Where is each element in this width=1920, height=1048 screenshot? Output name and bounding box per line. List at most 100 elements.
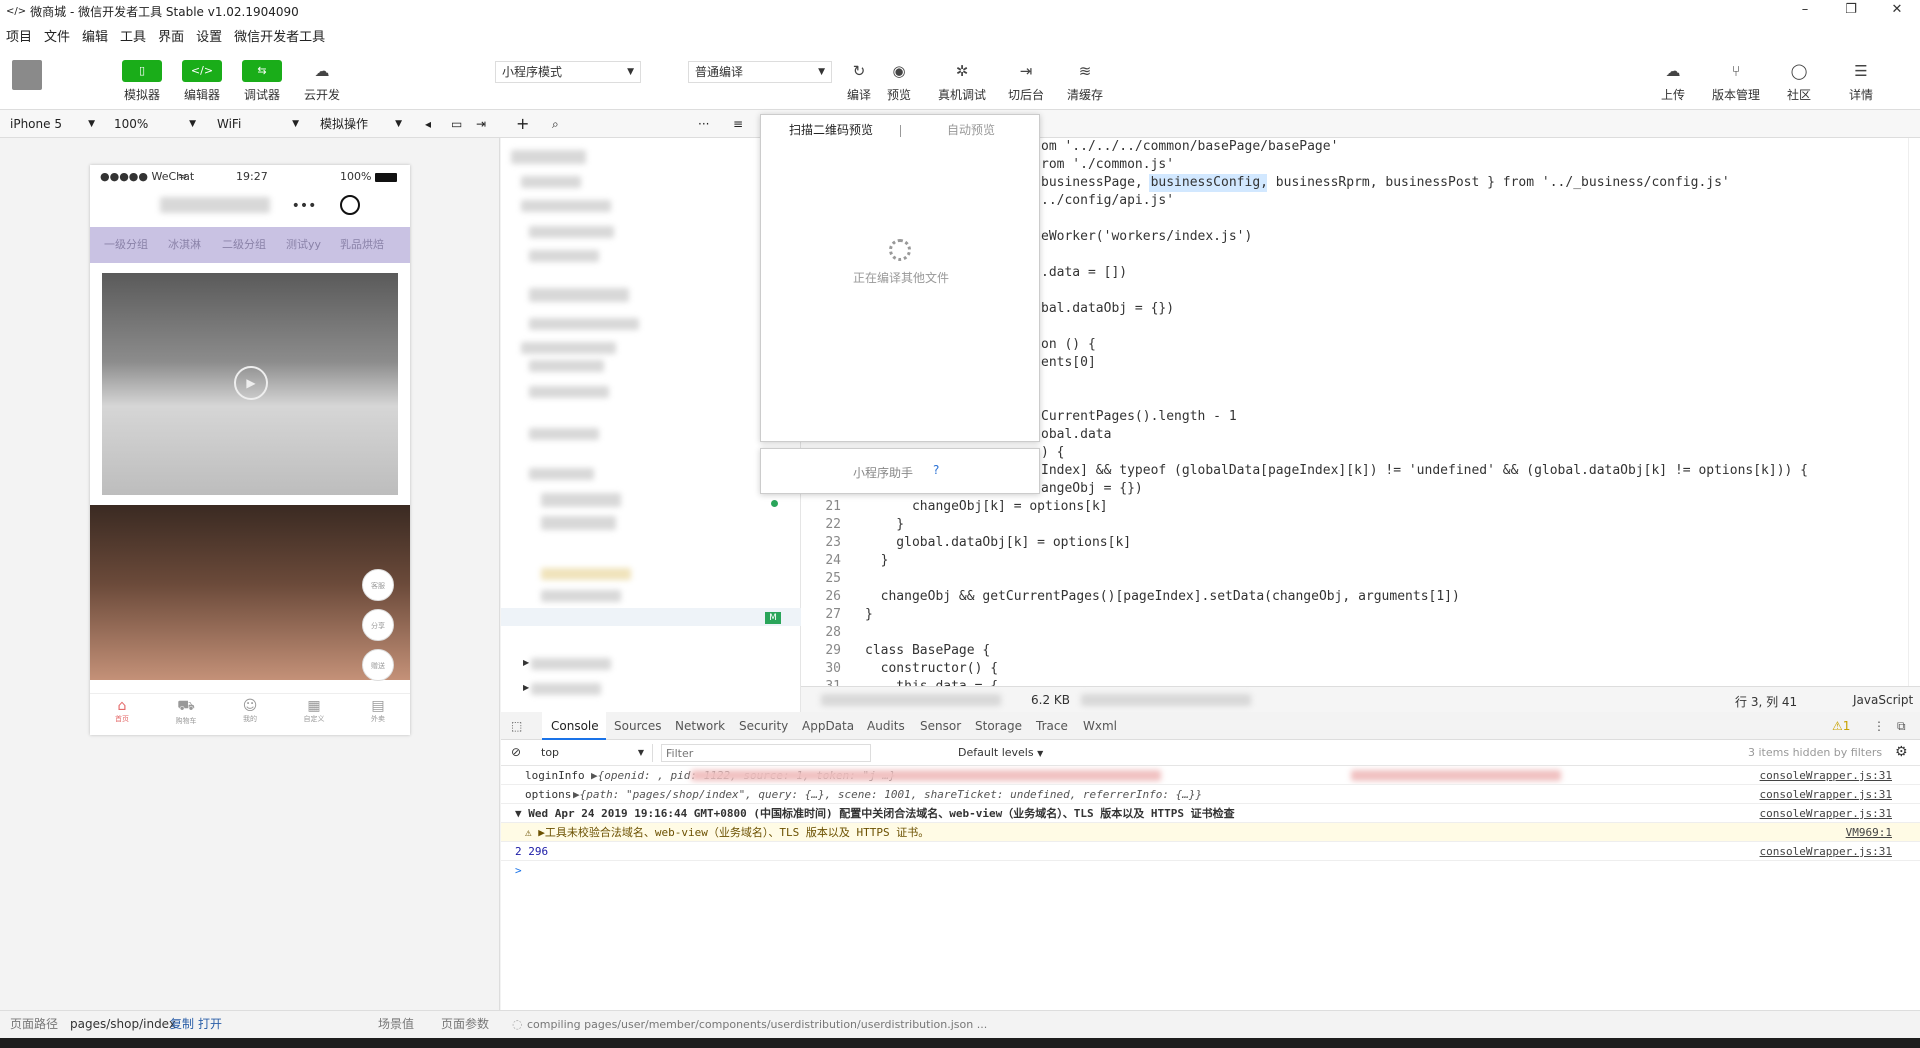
category-tab[interactable]: 乳品烘焙 xyxy=(340,227,384,263)
tab-home[interactable]: ⌂ 首页 xyxy=(90,698,154,724)
tab-network[interactable]: Network xyxy=(675,712,725,740)
category-tab[interactable]: 一级分组 xyxy=(104,227,148,263)
editor-scrollbar[interactable] xyxy=(1908,138,1920,686)
code-line[interactable]: on () { xyxy=(1041,336,1096,354)
tab-security[interactable]: Security xyxy=(739,712,788,740)
menu-item-file[interactable]: 文件 xyxy=(44,26,70,45)
background-button[interactable]: ⇥ 切后台 xyxy=(999,60,1053,103)
preview-button[interactable]: ◉ 预览 xyxy=(872,60,926,103)
version-button[interactable]: ⑂ 版本管理 xyxy=(1709,60,1763,103)
clear-cache-button[interactable]: ≋ 清缓存 xyxy=(1058,60,1112,103)
inspect-icon[interactable]: ⬚ xyxy=(511,712,522,740)
console-source-link[interactable]: VM969:1 xyxy=(1846,823,1892,841)
console-filter-input[interactable] xyxy=(661,744,871,762)
code-line[interactable]: eWorker('workers/index.js') xyxy=(1041,228,1252,246)
selected-file-row[interactable] xyxy=(501,608,801,626)
close-icon[interactable]: ✕ xyxy=(1874,0,1920,22)
chevron-right-icon[interactable]: ▶ xyxy=(523,683,529,692)
code-line[interactable]: obal.data xyxy=(1041,426,1111,444)
tab-takeout[interactable]: ▤ 外卖 xyxy=(346,698,410,724)
code-line[interactable]: rom './common.js' xyxy=(1041,156,1174,174)
console-row[interactable]: 2 296 consoleWrapper.js:31 xyxy=(501,842,1920,861)
code-line[interactable]: om '../../../common/basePage/basePage' xyxy=(1041,138,1338,156)
tab-mine[interactable]: ☺ 我的 xyxy=(218,698,282,724)
play-icon[interactable]: ▶ xyxy=(234,366,268,400)
chevron-right-icon[interactable]: ▶ xyxy=(523,658,529,667)
gift-button[interactable]: 赠送 xyxy=(362,649,394,681)
avatar[interactable] xyxy=(12,60,42,90)
code-line[interactable]: } xyxy=(865,516,904,534)
detach-icon[interactable]: ⇥ xyxy=(476,114,486,134)
tab-storage[interactable]: Storage xyxy=(975,712,1022,740)
window-icon[interactable]: ▭ xyxy=(451,114,462,134)
maximize-icon[interactable]: ❐ xyxy=(1828,0,1874,22)
tab-sensor[interactable]: Sensor xyxy=(920,712,961,740)
menu-item-edit[interactable]: 编辑 xyxy=(82,26,108,45)
menu-item-wechat-devtools[interactable]: 微信开发者工具 xyxy=(234,26,325,45)
device-select[interactable]: iPhone 5 ▼ xyxy=(10,114,95,134)
community-button[interactable]: ◯ 社区 xyxy=(1772,60,1826,103)
video-thumbnail[interactable]: ▶ xyxy=(102,273,398,495)
menu-item-settings[interactable]: 设置 xyxy=(196,26,222,45)
add-file-icon[interactable]: + xyxy=(516,114,529,134)
warning-count[interactable]: ⚠1 xyxy=(1832,712,1850,740)
code-line[interactable]: angeObj = {}) xyxy=(1041,480,1143,498)
language-mode[interactable]: JavaScript xyxy=(1853,693,1913,707)
debugger-button[interactable]: ⇆ 调试器 xyxy=(235,60,289,103)
code-line[interactable]: } xyxy=(865,606,873,624)
settings-gear-icon[interactable]: ⚙ xyxy=(1895,744,1908,760)
open-path-link[interactable]: 打开 xyxy=(198,1011,222,1038)
capsule-menu[interactable]: ••• xyxy=(280,193,328,219)
copy-path-link[interactable]: 复制 xyxy=(170,1011,194,1038)
page-params-button[interactable]: 页面参数 xyxy=(441,1011,489,1038)
close-miniprogram-icon[interactable] xyxy=(340,195,360,215)
console-row[interactable]: loginInfo ▶{openid: , pid: 1122, source:… xyxy=(501,766,1920,785)
zoom-select[interactable]: 100% ▼ xyxy=(114,114,196,134)
customer-service-button[interactable]: 客服 xyxy=(362,569,394,601)
more-icon[interactable]: ··· xyxy=(698,114,709,134)
tab-audits[interactable]: Audits xyxy=(867,712,905,740)
real-device-debug-button[interactable]: ✲ 真机调试 xyxy=(935,60,989,103)
assistant-popup[interactable]: 小程序助手 ? xyxy=(760,448,1040,494)
collapse-icon[interactable]: ≡ xyxy=(733,114,743,134)
assistant-label[interactable]: 小程序助手 xyxy=(853,464,913,481)
code-line[interactable]: class BasePage { xyxy=(865,642,990,660)
menu-item-tools[interactable]: 工具 xyxy=(120,26,146,45)
category-tab[interactable]: 冰淇淋 xyxy=(168,227,201,263)
tab-sources[interactable]: Sources xyxy=(614,712,661,740)
code-line[interactable]: .data = []) xyxy=(1041,264,1127,282)
product-image[interactable] xyxy=(90,505,410,680)
console-row[interactable]: options ▶{path: "pages/shop/index", quer… xyxy=(501,785,1920,804)
log-levels-select[interactable]: Default levels ▼ xyxy=(958,744,1043,762)
cloud-button[interactable]: ☁ 云开发 xyxy=(295,60,349,103)
help-icon[interactable]: ? xyxy=(933,463,939,477)
details-button[interactable]: ☰ 详情 xyxy=(1834,60,1888,103)
tab-appdata[interactable]: AppData xyxy=(802,712,854,740)
mode-select[interactable]: 小程序模式 ▼ xyxy=(495,61,641,83)
volume-icon[interactable]: ◂ xyxy=(425,114,431,134)
share-button[interactable]: 分享 xyxy=(362,609,394,641)
compile-mode-select[interactable]: 普通编译 ▼ xyxy=(688,61,832,83)
search-icon[interactable]: ⌕ xyxy=(552,114,559,134)
code-line[interactable]: ../config/api.js' xyxy=(1041,192,1174,210)
code-line[interactable]: businessPage, businessConfig, businessRp… xyxy=(1041,174,1730,192)
code-line[interactable]: constructor() { xyxy=(865,660,998,678)
tab-qr-preview[interactable]: 扫描二维码预览 xyxy=(761,115,901,145)
menu-item-view[interactable]: 界面 xyxy=(158,26,184,45)
tab-trace[interactable]: Trace xyxy=(1036,712,1068,740)
undock-icon[interactable]: ⧉ xyxy=(1897,712,1906,740)
scene-value-button[interactable]: 场景值 xyxy=(378,1011,414,1038)
editor-button[interactable]: </> 编辑器 xyxy=(175,60,229,103)
cursor-position[interactable]: 行 3, 列 41 xyxy=(1735,693,1797,710)
code-line[interactable]: changeObj && getCurrentPages()[pageIndex… xyxy=(865,588,1460,606)
code-line[interactable]: CurrentPages().length - 1 xyxy=(1041,408,1237,426)
tab-auto-preview[interactable]: 自动预览 xyxy=(901,115,1041,145)
menu-item-project[interactable]: 项目 xyxy=(6,26,32,45)
network-select[interactable]: WiFi ▼ xyxy=(217,114,299,134)
simulator-button[interactable]: ▯ 模拟器 xyxy=(115,60,169,103)
console-source-link[interactable]: consoleWrapper.js:31 xyxy=(1760,842,1892,860)
console-prompt[interactable]: > xyxy=(501,861,1920,880)
code-line[interactable]: changeObj[k] = options[k] xyxy=(865,498,1108,516)
console-source-link[interactable]: consoleWrapper.js:31 xyxy=(1760,804,1892,822)
console-row[interactable]: ▼ Wed Apr 24 2019 19:16:44 GMT+0800 (中国标… xyxy=(501,804,1920,823)
